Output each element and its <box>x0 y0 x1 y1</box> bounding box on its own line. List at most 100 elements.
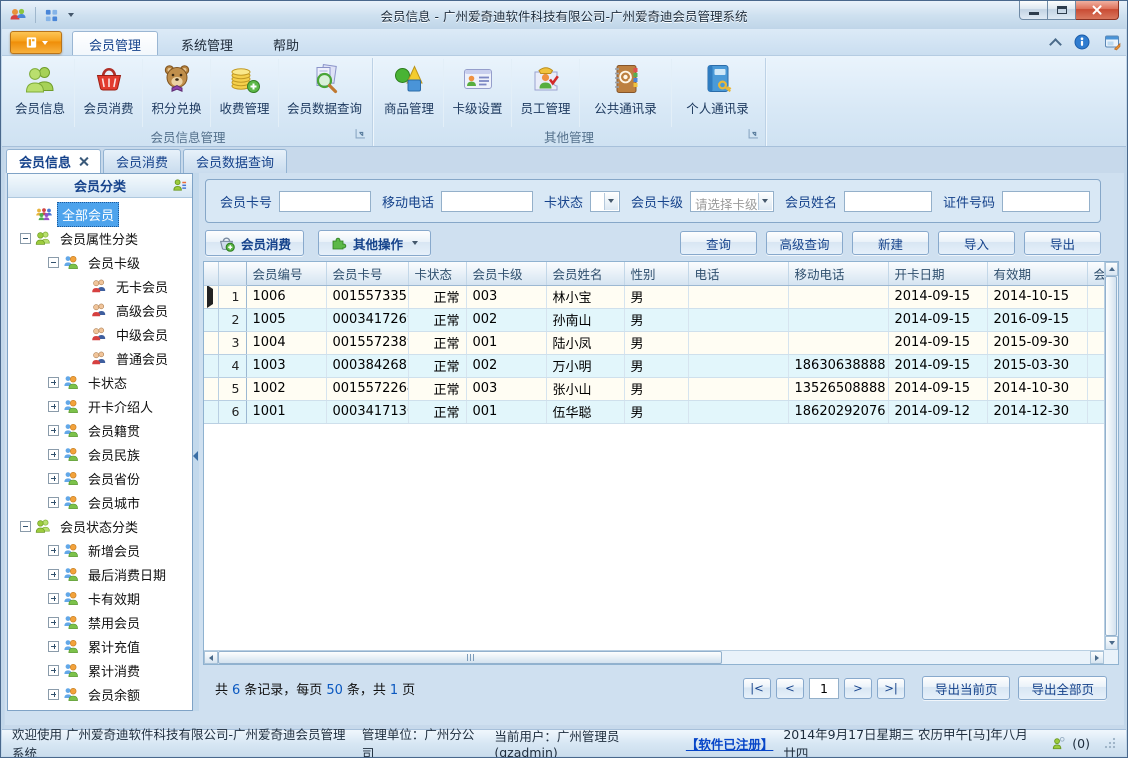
tree-item[interactable]: 高级会员 <box>8 298 192 322</box>
table-cell[interactable]: 2014-09-15 <box>888 285 988 309</box>
table-row[interactable]: 6 1001 0003417130 正常 001 伍华聪男 18620292076 2014-… <box>204 400 1104 424</box>
tree-expander-icon[interactable] <box>48 448 59 460</box>
tree-item[interactable]: 新增会员 <box>8 538 192 562</box>
tree-item[interactable]: 会员城市 <box>8 490 192 514</box>
ribbon-button-1-4[interactable]: 个人通讯录 <box>671 59 763 127</box>
tree-item-label[interactable]: 开卡介绍人 <box>83 394 158 419</box>
table-cell[interactable] <box>788 331 889 355</box>
table-cell[interactable]: 2014-10-30 <box>987 377 1088 401</box>
tree-item-label[interactable]: 会员卡级 <box>83 250 145 275</box>
table-cell[interactable] <box>688 377 789 401</box>
quick-access-toolbar-icon[interactable] <box>44 8 59 23</box>
table-cell[interactable] <box>688 285 789 309</box>
table-cell[interactable]: 正常 <box>408 285 467 309</box>
toolbar-button-1[interactable]: 其他操作 <box>318 230 432 256</box>
tree-expander-icon[interactable] <box>20 232 31 244</box>
table-cell[interactable]: 003 <box>466 377 547 401</box>
tree-item[interactable]: 会员属性分类 <box>8 226 192 250</box>
tree-expander-icon[interactable] <box>48 496 59 508</box>
scroll-down-button[interactable] <box>1105 636 1118 650</box>
tree-item[interactable]: 会员籍贯 <box>8 418 192 442</box>
table-cell[interactable]: 1005 <box>246 308 327 332</box>
action-button-4[interactable]: 导出 <box>1024 231 1101 255</box>
table-cell[interactable]: 正常 <box>408 308 467 332</box>
tree-expander-icon[interactable] <box>48 424 59 436</box>
tree-item[interactable]: 会员状态分类 <box>8 514 192 538</box>
ribbon-tab-2[interactable]: 帮助 <box>256 31 316 55</box>
column-header-6[interactable]: 电话 <box>688 262 789 286</box>
table-cell[interactable] <box>1087 354 1104 378</box>
table-cell[interactable]: 男 <box>624 400 689 424</box>
table-cell[interactable]: 孙南山 <box>546 308 625 332</box>
table-cell[interactable] <box>688 308 789 332</box>
table-cell[interactable] <box>1087 377 1104 401</box>
tree-expander-icon[interactable] <box>48 400 59 412</box>
table-cell[interactable]: 1003 <box>246 354 327 378</box>
table-cell[interactable]: 0015572389 <box>326 331 409 355</box>
tree-item-label[interactable]: 卡有效期 <box>83 586 145 611</box>
ribbon-tab-0[interactable]: 会员管理 <box>72 31 159 55</box>
table-cell[interactable] <box>688 400 789 424</box>
quick-access-dropdown-icon[interactable] <box>68 13 74 17</box>
table-row[interactable]: 1 1006 0015573352 正常 003 林小宝男 2014-09-15 2014-1… <box>204 285 1104 309</box>
tree-item-label[interactable]: 新增会员 <box>83 538 145 563</box>
filter-input-5[interactable] <box>1002 190 1090 212</box>
column-header-3[interactable]: 会员卡级 <box>466 262 547 286</box>
tree-expander-icon[interactable] <box>48 664 59 676</box>
table-cell[interactable]: 2015-03-30 <box>987 354 1088 378</box>
table-row[interactable]: 5 1002 0015572264 正常 003 张小山男 13526508888 2014-… <box>204 377 1104 401</box>
toolbar-button-0[interactable]: 会员消费 <box>205 230 305 256</box>
vertical-scrollbar[interactable] <box>1104 262 1118 650</box>
tree-item-label[interactable]: 会员属性分类 <box>55 226 143 251</box>
tree-expander-icon[interactable] <box>48 592 59 604</box>
ribbon-button-1-2[interactable]: 员工管理 <box>511 59 579 127</box>
last-page-button[interactable]: >| <box>876 677 905 699</box>
tree-item[interactable]: 会员余额 <box>8 682 192 706</box>
tree-item-label[interactable]: 禁用会员 <box>83 610 145 635</box>
export-all-pages-button[interactable]: 导出全部页 <box>1018 676 1107 700</box>
column-header-1[interactable]: 会员卡号 <box>326 262 409 286</box>
tree-expander-icon[interactable] <box>48 568 59 580</box>
dropdown-button[interactable] <box>603 192 618 210</box>
table-cell[interactable] <box>1087 400 1104 424</box>
table-cell[interactable]: 伍华聪 <box>546 400 625 424</box>
table-cell[interactable]: 002 <box>466 308 547 332</box>
tree-item-label[interactable]: 普通会员 <box>111 346 173 371</box>
column-header-8[interactable]: 开卡日期 <box>888 262 988 286</box>
table-cell[interactable] <box>688 331 789 355</box>
table-cell[interactable]: 2014-09-15 <box>888 377 988 401</box>
document-tab-2[interactable]: 会员数据查询 <box>183 149 288 173</box>
table-cell[interactable]: 2014-12-30 <box>987 400 1088 424</box>
tree-item-label[interactable]: 会员余额 <box>83 682 145 707</box>
table-cell[interactable] <box>1087 285 1104 309</box>
about-window-icon[interactable] <box>1104 33 1122 51</box>
tree-item-label[interactable]: 会员籍贯 <box>83 418 145 443</box>
export-current-page-button[interactable]: 导出当前页 <box>921 676 1011 700</box>
table-cell[interactable]: 18630638888 <box>788 354 889 378</box>
scroll-left-button[interactable] <box>204 651 218 664</box>
table-cell[interactable]: 男 <box>624 308 689 332</box>
table-cell[interactable]: 0015572264 <box>326 377 409 401</box>
collapse-ribbon-icon[interactable] <box>1049 37 1062 51</box>
filter-input-0[interactable] <box>279 190 372 212</box>
table-row[interactable]: 4 1003 0003842687 正常 002 万小明男 18630638888 2014-… <box>204 354 1104 378</box>
action-button-1[interactable]: 高级查询 <box>766 231 843 255</box>
table-cell[interactable] <box>688 354 789 378</box>
tree-expander-icon[interactable] <box>48 544 59 556</box>
row-number-cell[interactable]: 2 <box>218 308 247 332</box>
ribbon-button-1-0[interactable]: 商品管理 <box>375 59 443 127</box>
ribbon-button-1-3[interactable]: 公共通讯录 <box>579 59 671 127</box>
minimize-button[interactable] <box>1019 1 1048 20</box>
action-button-0[interactable]: 查询 <box>680 231 757 255</box>
table-cell[interactable]: 万小明 <box>546 354 625 378</box>
table-cell[interactable]: 2014-10-15 <box>987 285 1088 309</box>
row-number-cell[interactable]: 4 <box>218 354 247 378</box>
scroll-right-button[interactable] <box>1090 651 1104 664</box>
info-icon[interactable] <box>1074 34 1090 50</box>
table-cell[interactable]: 13526508888 <box>788 377 889 401</box>
tree-item[interactable]: 会员民族 <box>8 442 192 466</box>
tree-expander-icon[interactable] <box>48 256 59 268</box>
close-tab-icon[interactable] <box>79 157 88 166</box>
table-cell[interactable]: 男 <box>624 285 689 309</box>
ribbon-button-0-3[interactable]: 收费管理 <box>210 59 278 127</box>
